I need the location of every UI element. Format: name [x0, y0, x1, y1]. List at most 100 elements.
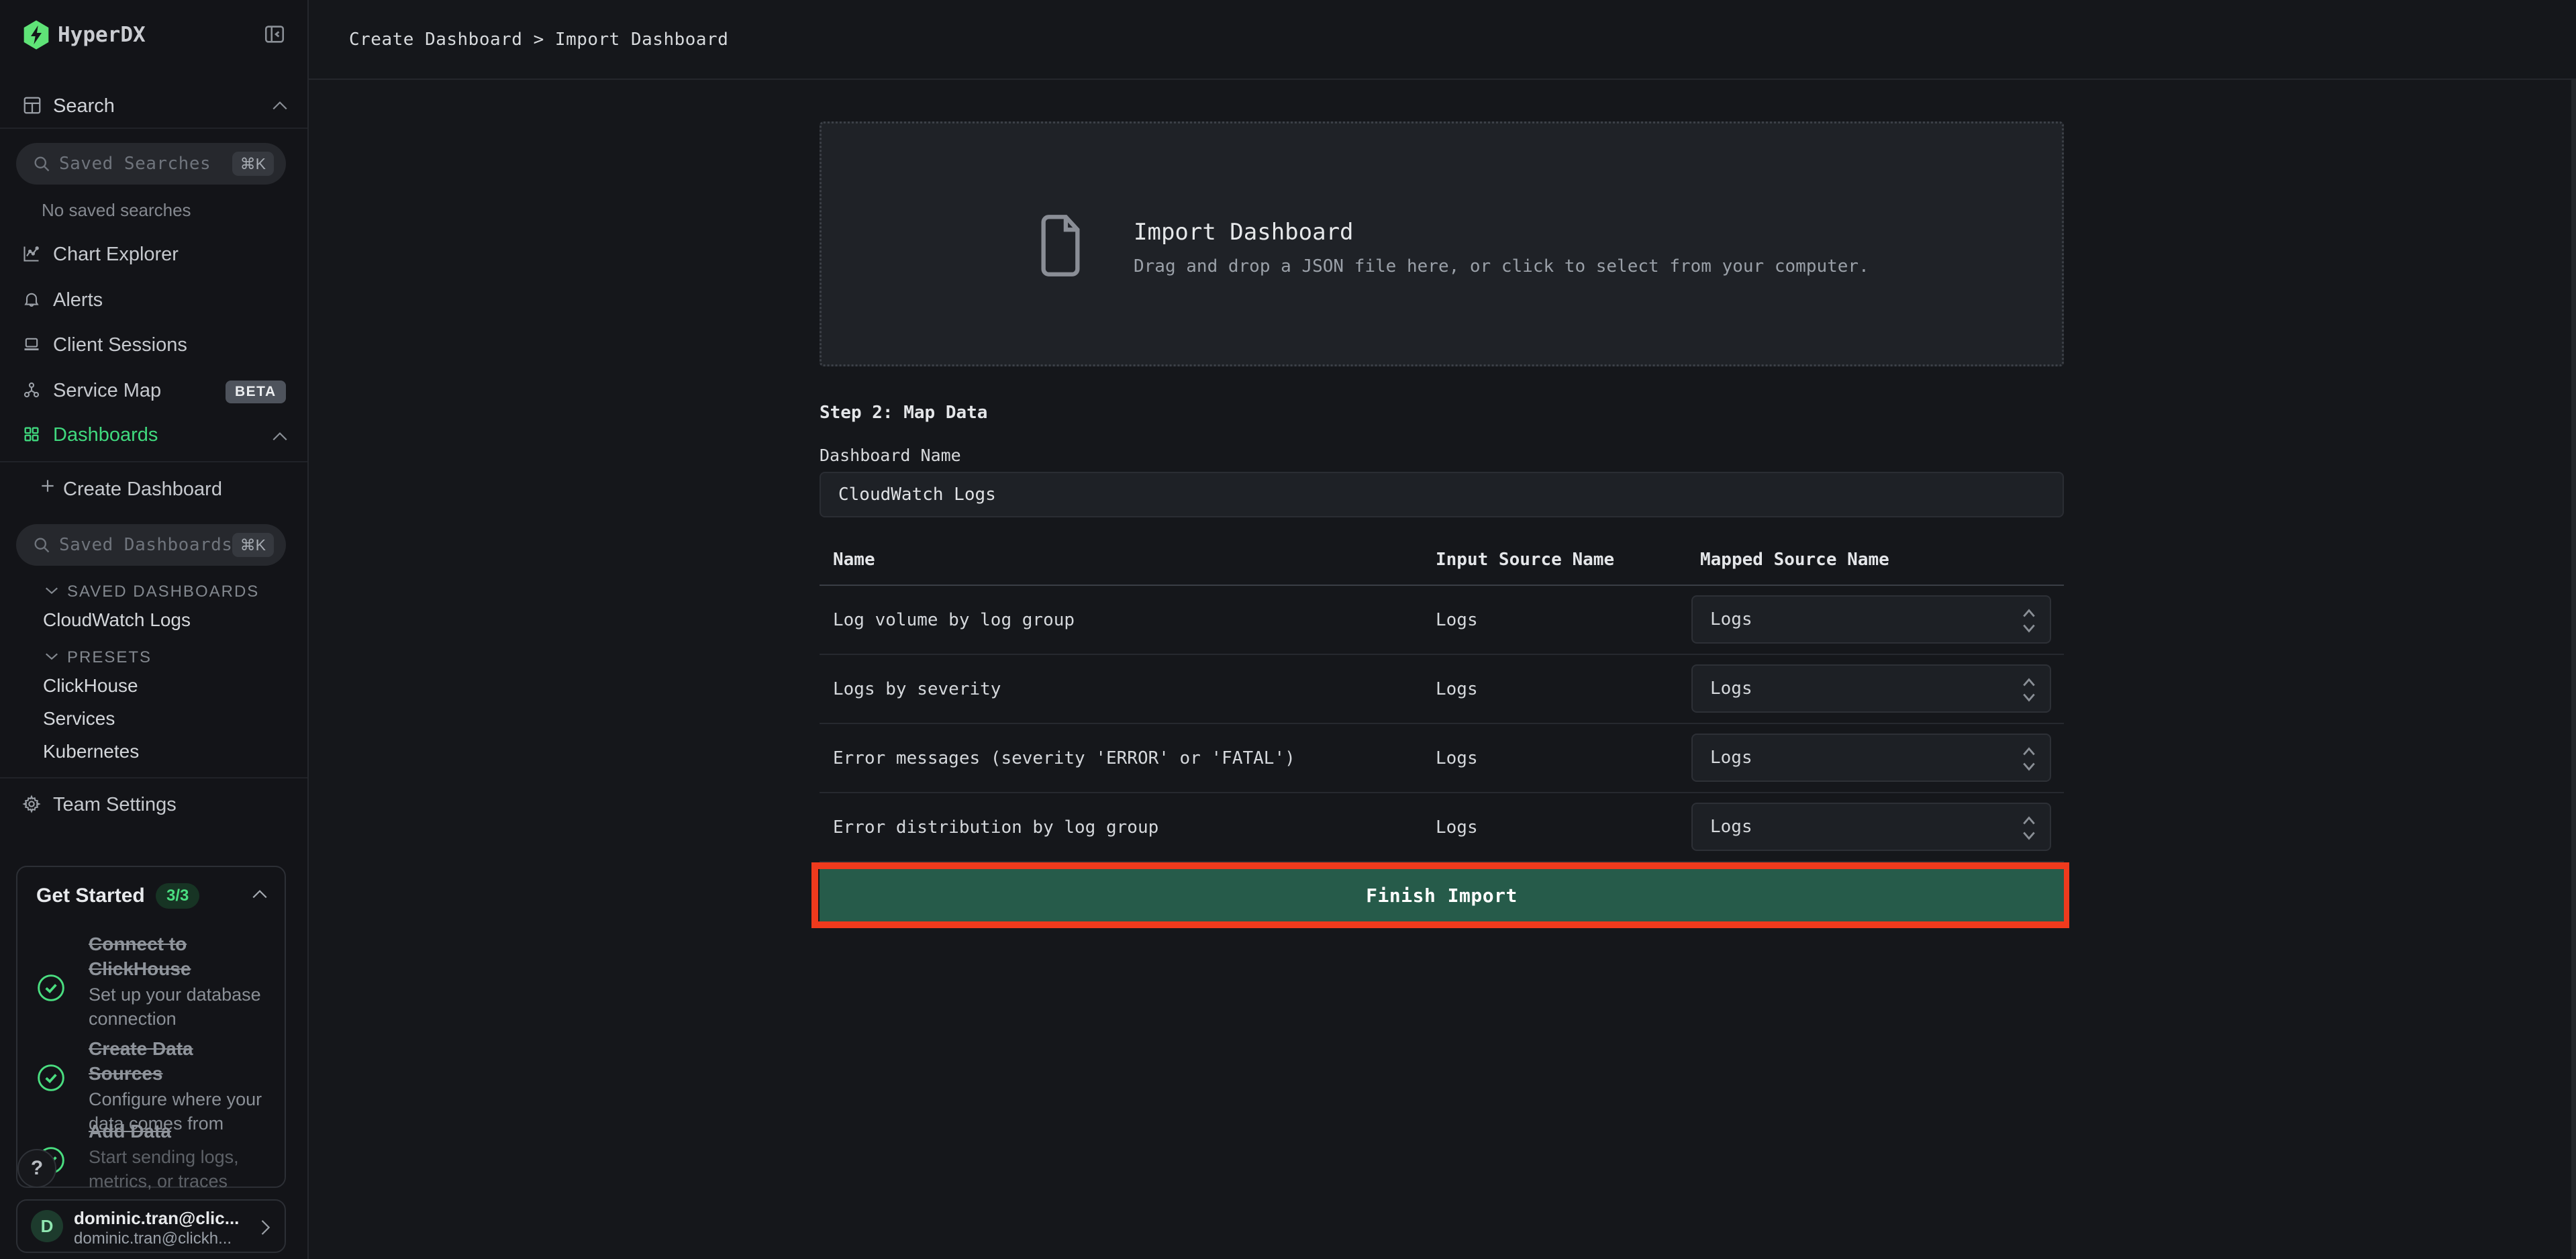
- check-circle-icon: [36, 973, 66, 1003]
- create-dashboard-label: Create Dashboard: [63, 479, 222, 501]
- dashboards-icon: [22, 425, 41, 444]
- sidebar-item-label: Chart Explorer: [53, 244, 179, 266]
- sidebar: HyperDX Search Saved Searches ⌘K No save…: [0, 0, 309, 1259]
- dropzone-title: Import Dashboard: [1134, 219, 1354, 246]
- select-value: Logs: [1710, 817, 1752, 837]
- scrollbar[interactable]: [2571, 80, 2576, 1259]
- sidebar-collapse-icon[interactable]: [263, 23, 286, 46]
- sidebar-item-dashboards[interactable]: Dashboards: [0, 417, 307, 457]
- chevron-up-icon: [271, 429, 289, 444]
- main-content: Import Dashboard Drag and drop a JSON fi…: [309, 80, 2576, 1259]
- sidebar-preset-services[interactable]: Services: [43, 708, 115, 729]
- sidebar-item-client-sessions[interactable]: Client Sessions: [0, 327, 307, 367]
- mapping-table: Name Input Source Name Mapped Source Nam…: [820, 543, 2064, 862]
- sidebar-item-service-map[interactable]: Service Map BETA: [0, 372, 307, 413]
- sidebar-preset-clickhouse[interactable]: ClickHouse: [43, 675, 138, 697]
- app-title: HyperDX: [58, 23, 146, 47]
- dashboard-name-value: CloudWatch Logs: [838, 485, 996, 505]
- presets-section-header[interactable]: PRESETS: [67, 648, 152, 667]
- dashboard-name-input[interactable]: CloudWatch Logs: [820, 472, 2064, 517]
- mapped-source-select[interactable]: Logs: [1691, 803, 2051, 851]
- table-row: Error messages (severity 'ERROR' or 'FAT…: [820, 724, 2064, 793]
- saved-searches-placeholder: Saved Searches: [59, 154, 211, 174]
- shortcut-badge: ⌘K: [232, 152, 274, 176]
- file-icon: [1035, 212, 1086, 279]
- saved-dashboards-placeholder: Saved Dashboards: [59, 535, 232, 555]
- select-value: Logs: [1710, 748, 1752, 768]
- topbar: Create Dashboard > Import Dashboard: [309, 0, 2576, 80]
- dashboard-name-label: Dashboard Name: [820, 446, 961, 465]
- column-header-mapped-source: Mapped Source Name: [1700, 550, 1889, 570]
- user-account-button[interactable]: D dominic.tran@clic... dominic.tran@clic…: [16, 1199, 286, 1253]
- row-name: Logs by severity: [833, 679, 1001, 699]
- service-map-icon: [22, 381, 41, 399]
- logo-row: HyperDX: [0, 16, 307, 56]
- column-header-input-source: Input Source Name: [1436, 550, 1614, 570]
- team-settings-label: Team Settings: [53, 794, 177, 816]
- hyperdx-logo-icon: [23, 20, 50, 50]
- select-value: Logs: [1710, 678, 1752, 699]
- saved-searches-input[interactable]: Saved Searches ⌘K: [16, 143, 286, 185]
- chevron-down-icon: [44, 650, 59, 662]
- check-circle-icon: [36, 1063, 66, 1093]
- breadcrumb: Create Dashboard > Import Dashboard: [349, 30, 728, 50]
- row-input-source: Logs: [1436, 610, 1478, 630]
- chevron-right-icon: [259, 1218, 271, 1237]
- chevron-up-icon[interactable]: [251, 887, 268, 901]
- row-input-source: Logs: [1436, 679, 1478, 699]
- saved-dashboards-input[interactable]: Saved Dashboards ⌘K: [16, 524, 286, 566]
- select-carets-icon: [2022, 676, 2036, 703]
- shortcut-badge: ⌘K: [232, 533, 274, 557]
- sidebar-item-team-settings[interactable]: Team Settings: [0, 787, 307, 827]
- saved-dashboards-section-header[interactable]: SAVED DASHBOARDS: [67, 583, 259, 601]
- sidebar-preset-kubernetes[interactable]: Kubernetes: [43, 741, 139, 762]
- plus-icon: [39, 477, 56, 495]
- step-label: Step 2: Map Data: [820, 403, 987, 423]
- search-section-header[interactable]: Search: [0, 91, 307, 125]
- bell-icon: [22, 290, 41, 309]
- column-header-name: Name: [833, 550, 875, 570]
- select-carets-icon: [2022, 815, 2036, 842]
- beta-badge: BETA: [226, 381, 286, 403]
- checklist-item-title: Connect to ClickHouse: [89, 931, 270, 981]
- mapped-source-select[interactable]: Logs: [1691, 664, 2051, 713]
- no-saved-searches-note: No saved searches: [42, 200, 191, 221]
- select-carets-icon: [2022, 607, 2036, 634]
- table-header-row: Name Input Source Name Mapped Source Nam…: [820, 543, 2064, 586]
- checklist-item-subtitle: Set up your database connection: [89, 983, 270, 1031]
- divider: [0, 128, 307, 129]
- divider: [0, 461, 307, 462]
- annotation-highlight-box: Finish Import: [811, 862, 2069, 928]
- sidebar-item-label: Dashboards: [53, 424, 158, 446]
- sidebar-item-chart-explorer[interactable]: Chart Explorer: [0, 236, 307, 276]
- sidebar-dashboard-cloudwatch-logs[interactable]: CloudWatch Logs: [43, 609, 191, 631]
- mapped-source-select[interactable]: Logs: [1691, 734, 2051, 782]
- divider: [0, 777, 307, 778]
- chevron-up-icon: [271, 98, 289, 113]
- gear-icon: [22, 795, 41, 813]
- mapped-source-select[interactable]: Logs: [1691, 595, 2051, 644]
- select-carets-icon: [2022, 746, 2036, 772]
- user-email: dominic.tran@clickh...: [74, 1229, 232, 1248]
- import-dropzone[interactable]: Import Dashboard Drag and drop a JSON fi…: [820, 121, 2064, 366]
- row-input-source: Logs: [1436, 748, 1478, 768]
- create-dashboard-button[interactable]: Create Dashboard: [0, 471, 307, 511]
- chevron-down-icon: [44, 585, 59, 597]
- get-started-card: Get Started 3/3 Connect to ClickHouse Se…: [16, 866, 286, 1188]
- finish-import-button[interactable]: Finish Import: [820, 869, 2064, 921]
- get-started-progress-badge: 3/3: [156, 883, 199, 909]
- app-window: HyperDX Search Saved Searches ⌘K No save…: [0, 0, 2576, 1259]
- avatar: D: [31, 1210, 63, 1242]
- search-icon: [32, 154, 51, 173]
- help-button[interactable]: ?: [17, 1149, 56, 1188]
- search-section-icon: [22, 95, 42, 115]
- sidebar-item-alerts[interactable]: Alerts: [0, 282, 307, 322]
- table-row: Log volume by log group Logs Logs: [820, 586, 2064, 655]
- laptop-icon: [22, 335, 41, 354]
- dropzone-subtitle: Drag and drop a JSON file here, or click…: [1134, 256, 1869, 276]
- select-value: Logs: [1710, 609, 1752, 630]
- search-icon: [32, 536, 51, 554]
- checklist-item-title: Add Data: [89, 1119, 270, 1144]
- search-section-label: Search: [53, 95, 115, 117]
- sidebar-item-label: Service Map: [53, 380, 161, 402]
